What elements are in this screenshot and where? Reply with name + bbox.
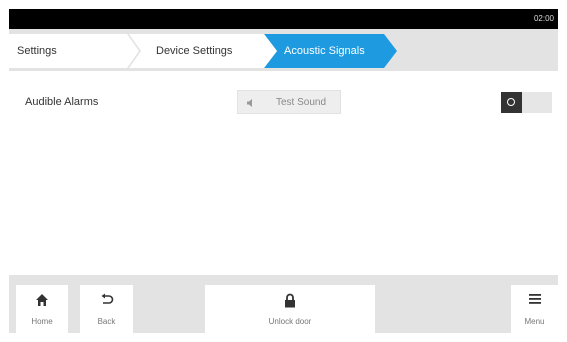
unlock-door-label: Unlock door: [268, 317, 312, 326]
clock: 02:00: [533, 14, 554, 23]
speaker-icon: [247, 99, 252, 107]
menu-button[interactable]: Menu: [511, 285, 558, 333]
menu-label: Menu: [524, 317, 545, 326]
home-icon: [36, 294, 48, 306]
audible-alarms-toggle[interactable]: [501, 92, 552, 113]
test-sound-button[interactable]: Test Sound: [237, 90, 341, 114]
breadcrumb: Settings Device Settings Acoustic Signal…: [9, 29, 558, 71]
status-bar: 02:00: [9, 9, 558, 29]
breadcrumb-acoustic-signals[interactable]: Acoustic Signals: [264, 34, 397, 68]
back-label: Back: [97, 317, 116, 326]
home-label: Home: [31, 317, 53, 326]
test-sound-label: Test Sound: [276, 97, 327, 108]
unlock-door-button[interactable]: Unlock door: [205, 285, 375, 333]
toggle-knob: [501, 92, 522, 113]
settings-panel: Audible Alarms Test Sound: [9, 71, 558, 275]
lock-icon: [285, 293, 295, 308]
home-button[interactable]: Home: [16, 285, 68, 333]
back-arrow-icon: [101, 293, 113, 304]
audible-alarms-label: Audible Alarms: [25, 96, 99, 108]
menu-icon: [528, 294, 541, 304]
breadcrumb-settings[interactable]: Settings: [9, 34, 139, 68]
back-button[interactable]: Back: [80, 285, 133, 333]
breadcrumb-device-settings[interactable]: Device Settings: [126, 34, 277, 68]
bottom-bar: Home Back Unlock door Menu: [9, 275, 558, 333]
app-frame: Settings Device Settings Acoustic Signal…: [9, 29, 558, 333]
